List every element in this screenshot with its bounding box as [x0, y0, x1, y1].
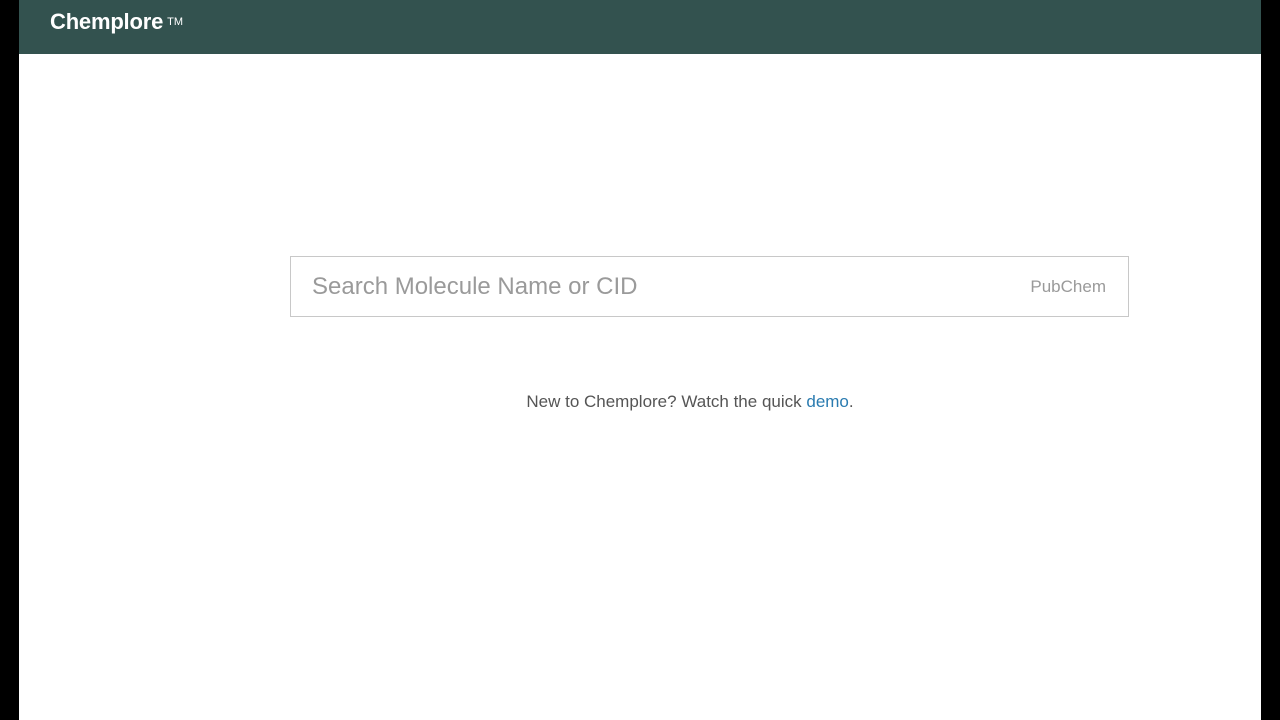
search-input[interactable]: [291, 257, 1012, 316]
demo-link[interactable]: demo: [806, 392, 849, 411]
app-window: Chemplore TM PubChem: [19, 0, 1261, 720]
brand-name: Chemplore: [50, 9, 164, 34]
brand-logo[interactable]: Chemplore TM: [50, 9, 183, 35]
helper-text: New to Chemplore? Watch the quick demo.: [0, 391, 1280, 413]
source-label: PubChem: [1030, 277, 1106, 296]
top-navbar: Chemplore TM: [19, 0, 1261, 54]
trademark-symbol: TM: [167, 16, 183, 28]
helper-suffix: .: [848, 392, 854, 411]
search-box[interactable]: PubChem: [290, 256, 1129, 317]
helper-prefix: New to Chemplore? Watch the quick: [526, 392, 807, 411]
